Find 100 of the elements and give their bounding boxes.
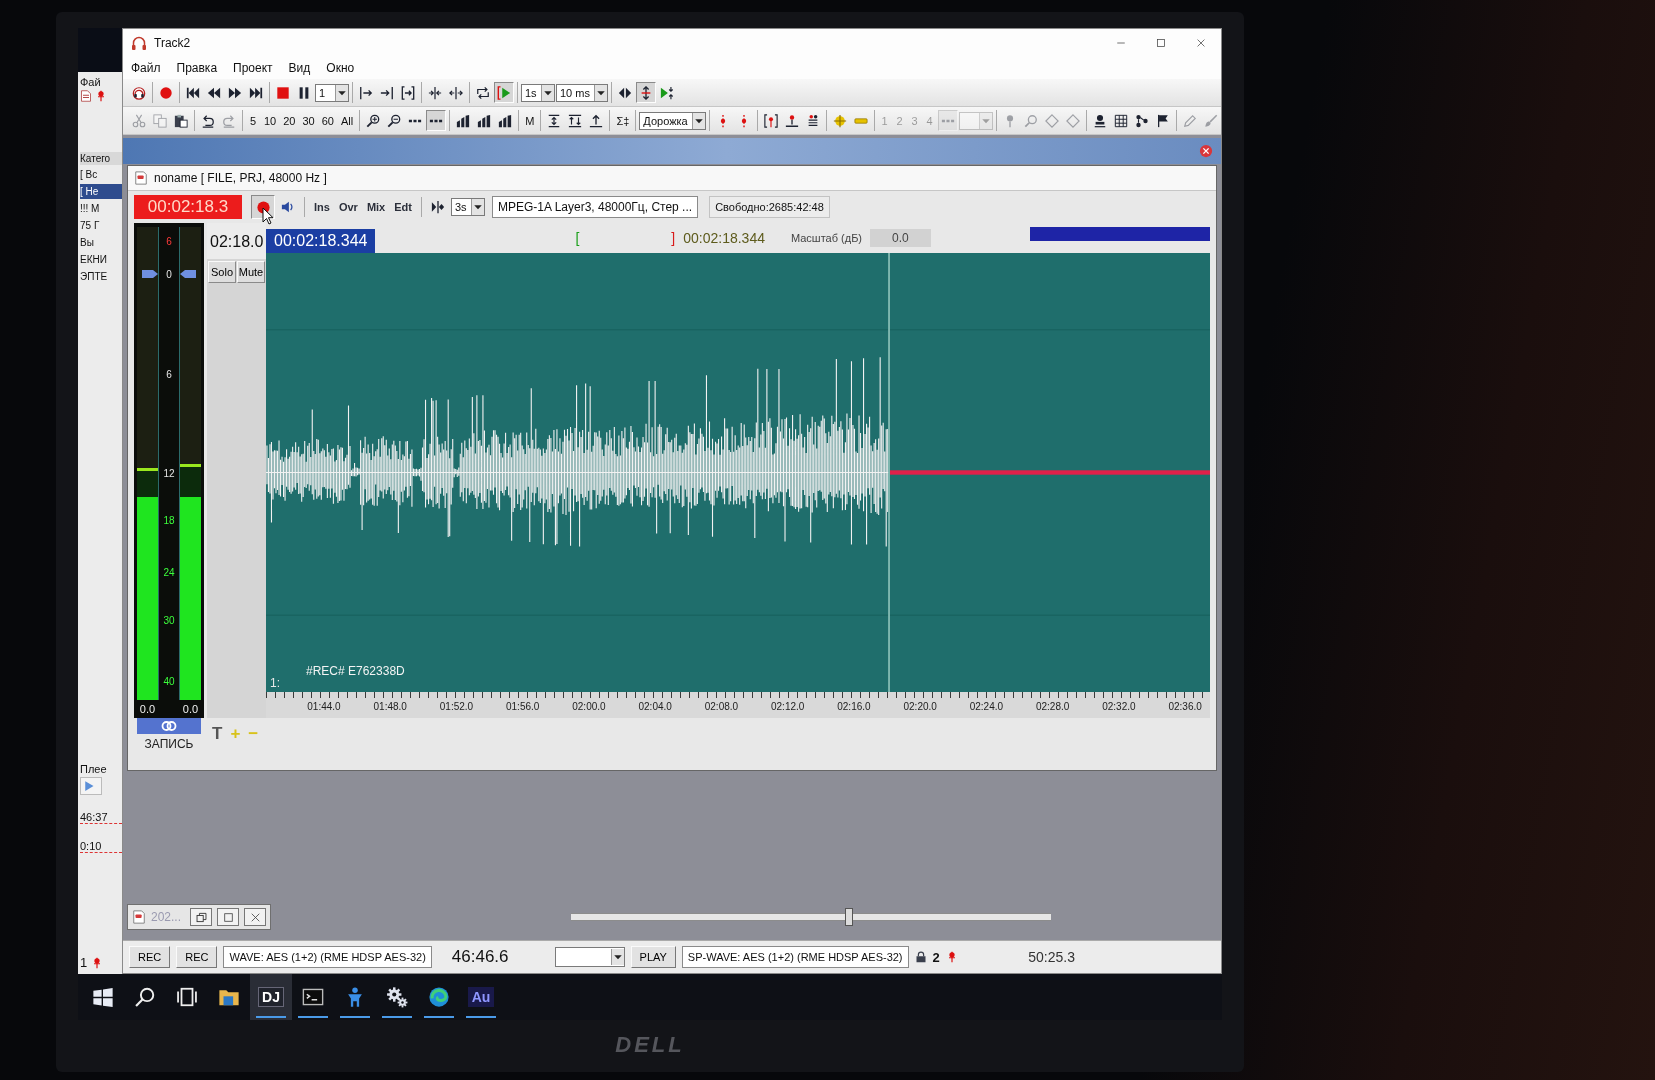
record-source-button[interactable]: REC — [129, 946, 171, 968]
record-source-button[interactable]: REC — [176, 946, 218, 968]
mode-button[interactable]: Mix — [363, 196, 389, 218]
track-number: 1 — [80, 955, 88, 970]
toolbar-dropdown[interactable]: Дорожка — [639, 111, 706, 130]
cursor-time: 00:02:18.344 — [683, 230, 765, 246]
taskbar-button[interactable]: Au — [460, 974, 502, 1020]
time-display: 00:02:18.3 — [134, 195, 242, 219]
timeline-ruler[interactable]: 01:44.0 01:48.0 01:52.0 01:56.0 02:00.0 02:04.0 02:08.0 02:12.0 02:16.0 02:20.0 02:24.0 02:28.0 02:32.0 02:36.0 — [266, 692, 1210, 718]
close-button[interactable] — [244, 908, 267, 926]
restore-button[interactable] — [190, 908, 213, 926]
meter-scale-label: 12 — [162, 467, 176, 479]
toolbar-button[interactable]: M — [522, 110, 538, 131]
list-item[interactable]: ЕКНИ — [80, 252, 122, 267]
pencil-icon — [1182, 113, 1197, 128]
play-bar-icon — [430, 200, 445, 214]
input-device-field[interactable]: WAVE: AES (1+2) (RME HDSP AES-32) — [223, 946, 432, 968]
link-button[interactable] — [137, 718, 201, 734]
arrow-up-line-icon — [589, 113, 604, 128]
dotted-line-button[interactable] — [426, 110, 447, 131]
undo-icon — [201, 113, 215, 128]
ruler-label: 02:20.0 — [903, 701, 937, 712]
headphones-icon — [131, 35, 147, 51]
toolbar-button[interactable]: 10 — [261, 110, 280, 131]
caret-icon — [610, 949, 624, 965]
fast-forward-icon — [228, 85, 242, 100]
menu-item[interactable]: Файл — [131, 61, 161, 75]
maximize-button[interactable] — [217, 908, 240, 926]
ruler-label: 02:28.0 — [1035, 701, 1070, 712]
pre-roll-dropdown[interactable]: 3s — [450, 198, 485, 216]
document-icon — [80, 90, 92, 102]
toolbar-button[interactable]: Σ‡ — [613, 110, 633, 131]
ruler-label: 01:44.0 — [307, 701, 341, 712]
mode-button[interactable]: Ins — [311, 196, 333, 218]
skip-forward-icon — [249, 85, 263, 100]
track-tool-button[interactable]: T — [210, 724, 225, 744]
list-item[interactable]: [ Вс — [80, 167, 122, 182]
menu-item[interactable]: Правка — [176, 61, 218, 75]
play-button[interactable] — [80, 777, 102, 795]
stop-icon — [276, 85, 290, 100]
list-item[interactable]: !!! М — [80, 201, 122, 216]
terminal-icon — [302, 986, 324, 1008]
close-button[interactable] — [1199, 144, 1213, 158]
toolbar-dropdown[interactable]: 10 ms — [556, 83, 608, 102]
scale-field[interactable]: 0.0 — [870, 229, 931, 247]
list-item[interactable]: [ Не — [80, 184, 122, 199]
taskbar-button[interactable]: DJ — [250, 974, 292, 1020]
output-device-field[interactable]: SP-WAVE: AES (1+2) (RME HDSP AES-32) — [681, 946, 909, 968]
redo-icon — [222, 113, 236, 128]
list-item[interactable]: ЭПТЕ — [80, 269, 122, 284]
bracket-vertical-icon — [547, 113, 562, 128]
menu-item[interactable]: Окно — [326, 61, 355, 75]
loop-arrows-icon — [476, 85, 490, 100]
play-button[interactable]: PLAY — [630, 946, 676, 968]
arrow-bar-icon — [380, 85, 394, 100]
meter-scale-label: 6 — [165, 368, 173, 380]
play-bracket-button[interactable] — [494, 82, 514, 103]
vertical-arrows-button[interactable] — [635, 82, 656, 103]
track-toggle-button[interactable]: Mute — [237, 261, 265, 283]
toolbar-button[interactable]: 20 — [280, 110, 299, 131]
window-title: 202... — [151, 910, 182, 924]
clip-name: #REC# E762338D — [306, 664, 405, 678]
track-toggle-button[interactable]: Solo — [208, 261, 236, 283]
device-dropdown[interactable] — [554, 947, 625, 967]
meter-scale-label: 6 — [165, 235, 173, 247]
caret-icon — [691, 112, 705, 129]
scale-label: Масштаб (дБ) — [790, 232, 863, 244]
menu-item[interactable]: Фай — [80, 76, 122, 88]
flag-icon — [1155, 113, 1170, 128]
ruler-label: 01:52.0 — [439, 701, 474, 712]
slider-handle-icon[interactable] — [142, 270, 158, 279]
level-bars-icon — [456, 113, 471, 128]
close-icon — [1196, 38, 1206, 48]
format-field[interactable]: MPEG-1A Layer3, 48000Гц, Стер ... — [491, 196, 699, 218]
slider-thumb[interactable] — [845, 908, 854, 926]
caret-icon — [978, 112, 992, 129]
level-bars-icon — [498, 113, 513, 128]
slider-handle-icon[interactable] — [180, 270, 196, 279]
gears-icon — [386, 986, 408, 1008]
toolbar-button[interactable]: 30 — [299, 110, 318, 131]
pause-icon — [297, 85, 311, 100]
clipboard-icon — [174, 113, 188, 128]
document-icon — [134, 171, 148, 185]
crosshair-icon — [832, 113, 847, 128]
close-icon — [249, 911, 261, 923]
toolbar-button[interactable]: 5 — [246, 110, 260, 131]
toolbar-button[interactable]: All — [338, 110, 357, 131]
mode-button[interactable]: Edt — [391, 196, 415, 218]
mode-button[interactable]: Ovr — [335, 196, 361, 218]
task-view-icon — [176, 986, 198, 1008]
marker-bracket-icon — [763, 113, 778, 128]
toolbar-dropdown[interactable]: 1s — [521, 83, 555, 102]
menu-item[interactable]: Проект — [233, 61, 273, 75]
meter-reading: 0.0 — [181, 703, 200, 715]
list-item[interactable]: Вы — [80, 235, 122, 250]
list-item[interactable]: 75 Г — [80, 218, 122, 233]
menu-item[interactable]: Вид — [288, 61, 311, 75]
meter-scale-label: 30 — [162, 614, 176, 626]
toolbar-dropdown[interactable]: 1 — [315, 83, 349, 102]
toolbar-button[interactable]: 60 — [318, 110, 337, 131]
